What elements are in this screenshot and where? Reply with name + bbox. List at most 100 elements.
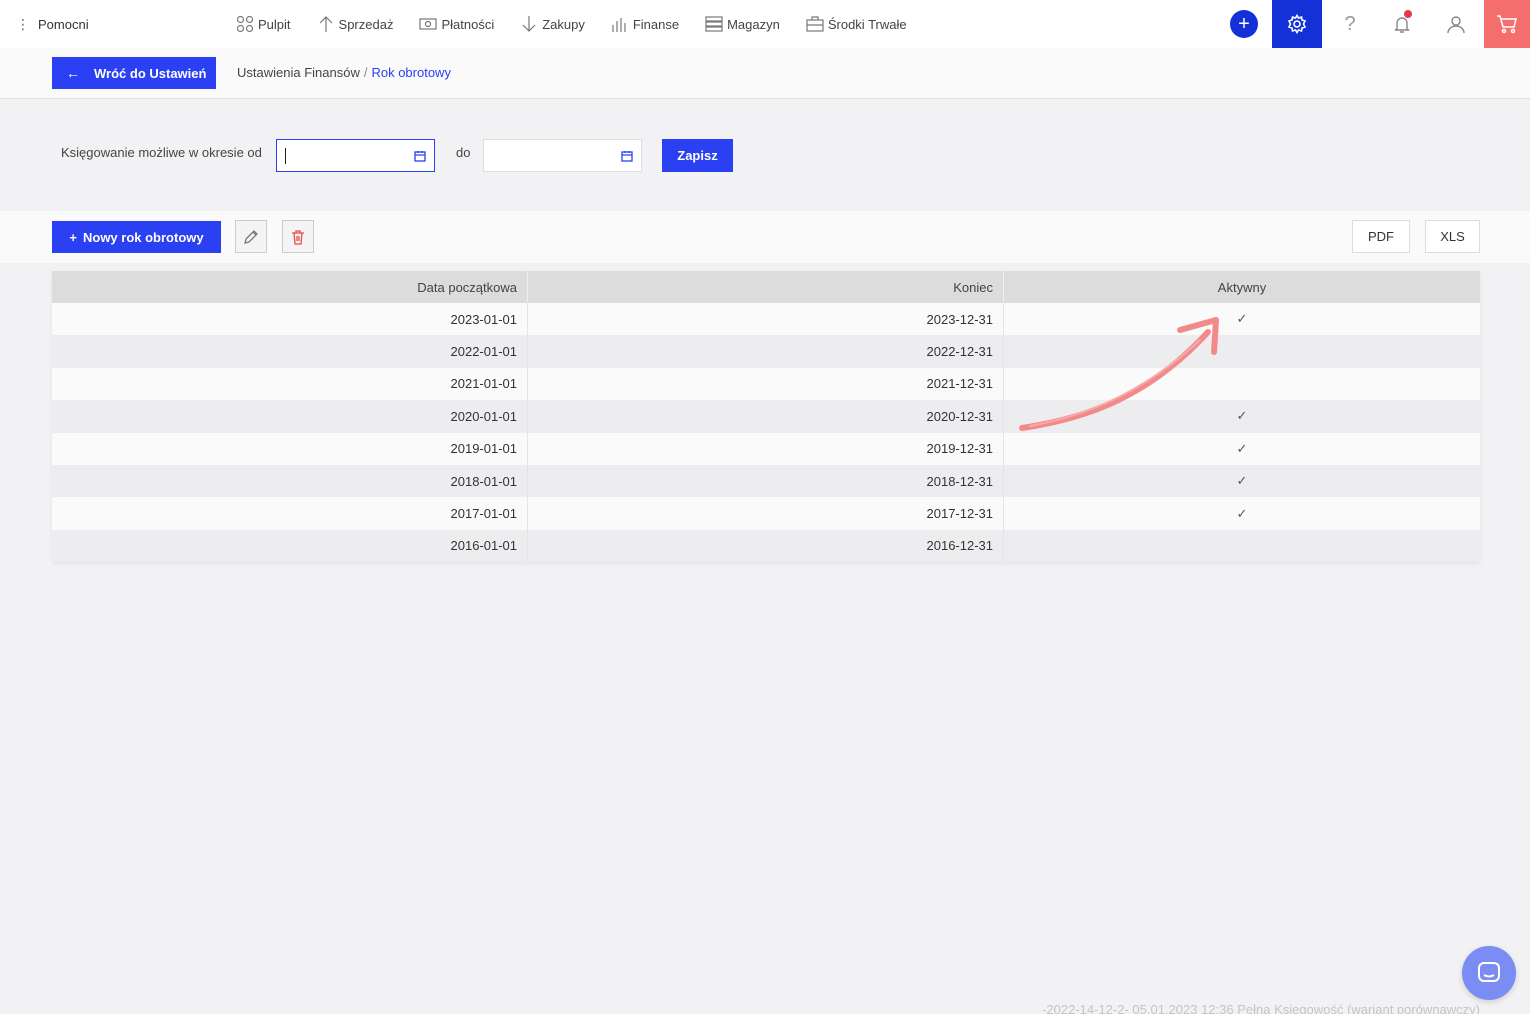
table-body: 2023-01-01 2023-12-31 ✓ 2022-01-01 2022-…	[52, 303, 1480, 563]
breadcrumb-separator: /	[363, 65, 368, 80]
user-account-button[interactable]	[1436, 0, 1476, 48]
period-from-date-field[interactable]	[276, 139, 435, 172]
kebab-menu-icon[interactable]: ⋮	[16, 17, 30, 31]
back-to-settings-button[interactable]: ← Wróć do Ustawień	[52, 57, 216, 89]
back-button-label: Wróć do Ustawień	[94, 65, 207, 81]
bars-icon	[612, 18, 626, 32]
version-footer: -2022-14-12-2- 05.01.2023 12:36 Pełna Ks…	[1042, 1002, 1480, 1014]
table-row[interactable]: 2021-01-01 2021-12-31	[52, 367, 1480, 401]
export-xls-button[interactable]: XLS	[1425, 220, 1480, 253]
cell-active-checkmark	[1004, 368, 1480, 400]
cell-active-checkmark	[1004, 530, 1480, 562]
nav-item-sprzedaz[interactable]: Sprzedaż	[317, 0, 394, 48]
cell-active-checkmark: ✓	[1236, 473, 1248, 489]
period-to-date-field[interactable]	[483, 139, 642, 172]
settings-button[interactable]	[1272, 0, 1322, 48]
help-button[interactable]: ?	[1330, 0, 1370, 48]
main-nav: Pulpit Sprzedaż Płatności Zakupy Finanse…	[236, 0, 933, 48]
text-cursor	[285, 147, 286, 164]
cell-start-date: 2020-01-01	[52, 400, 528, 433]
table-toolbar: + Nowy rok obrotowy PDF XLS	[0, 211, 1530, 263]
gear-icon	[1287, 14, 1307, 34]
export-pdf-button[interactable]: PDF	[1352, 220, 1410, 253]
calendar-icon[interactable]	[621, 150, 633, 162]
nav-item-platnosci[interactable]: Płatności	[419, 0, 494, 48]
cell-start-date: 2021-01-01	[52, 367, 528, 401]
dashboard-icon	[236, 15, 254, 33]
breadcrumb-parent[interactable]: Ustawienia Finansów	[237, 65, 360, 80]
cell-end-date: 2018-12-31	[528, 464, 1004, 498]
plus-icon: +	[69, 229, 77, 245]
nav-item-label: Płatności	[441, 16, 495, 32]
table-row[interactable]: 2020-01-01 2020-12-31 ✓	[52, 400, 1480, 433]
save-button[interactable]: Zapisz	[662, 139, 733, 172]
cart-icon	[1497, 15, 1517, 34]
breadcrumb-bar: ← Wróć do Ustawień Ustawienia Finansów / R…	[0, 48, 1530, 99]
nav-item-label: Sprzedaż	[338, 16, 394, 32]
column-header-end-date[interactable]: Koniec	[528, 271, 1004, 303]
calendar-icon[interactable]	[414, 150, 426, 162]
nav-item-pulpit[interactable]: Pulpit	[236, 0, 291, 48]
cell-end-date: 2019-12-31	[528, 432, 1004, 465]
table-row[interactable]: 2023-01-01 2023-12-31 ✓	[52, 303, 1480, 336]
period-to-label: do	[456, 145, 471, 160]
cell-active-checkmark: ✓	[1236, 408, 1248, 424]
cell-active-checkmark: ✓	[1236, 505, 1248, 521]
cell-start-date: 2023-01-01	[52, 303, 528, 336]
app-menu[interactable]: ⋮ Pomocni	[16, 0, 89, 48]
cell-start-date: 2019-01-01	[52, 432, 528, 465]
user-icon	[1447, 16, 1465, 34]
cell-end-date: 2022-12-31	[528, 335, 1004, 368]
nav-item-label: Środki Trwałe	[827, 16, 907, 32]
notifications-button[interactable]	[1382, 0, 1422, 48]
quick-add-button[interactable]: +	[1230, 10, 1258, 38]
top-navigation-bar: ⋮ Pomocni Pulpit Sprzedaż Płatności Zaku…	[0, 0, 1530, 48]
cell-start-date: 2016-01-01	[52, 529, 528, 563]
arrow-down-icon	[522, 16, 536, 32]
nav-item-label: Pulpit	[258, 16, 291, 32]
cart-button[interactable]	[1484, 0, 1530, 48]
table-row[interactable]: 2022-01-01 2022-12-31	[52, 335, 1480, 368]
cell-active-checkmark: ✓	[1236, 440, 1248, 456]
cell-end-date: 2017-12-31	[528, 497, 1004, 530]
table-row[interactable]: 2016-01-01 2016-12-31	[52, 529, 1480, 563]
column-header-start-date[interactable]: Data początkowa	[52, 271, 528, 303]
cell-start-date: 2022-01-01	[52, 335, 528, 368]
nav-item-zakupy[interactable]: Zakupy	[520, 0, 585, 48]
table-row[interactable]: 2018-01-01 2018-12-31 ✓	[52, 464, 1480, 498]
cell-active-checkmark	[1004, 335, 1480, 367]
fixed-assets-icon	[806, 16, 824, 32]
nav-item-label: Zakupy	[542, 16, 585, 32]
posting-period-label: Księgowanie możliwe w okresie od	[61, 145, 262, 160]
table-row[interactable]: 2017-01-01 2017-12-31 ✓	[52, 497, 1480, 530]
table-row[interactable]: 2019-01-01 2019-12-31 ✓	[52, 432, 1480, 465]
chat-widget-button[interactable]	[1462, 946, 1516, 1000]
question-mark-icon: ?	[1344, 12, 1356, 35]
brand-name: Pomocni	[38, 16, 89, 32]
delete-button[interactable]	[282, 220, 314, 253]
cell-end-date: 2016-12-31	[528, 529, 1004, 563]
money-icon	[419, 18, 438, 30]
fiscal-years-table: Data początkowa Koniec Aktywny 2023-01-0…	[52, 271, 1480, 563]
cell-end-date: 2023-12-31	[528, 303, 1004, 336]
chat-icon	[1478, 962, 1500, 982]
column-header-active[interactable]: Aktywny	[1004, 271, 1480, 303]
cell-start-date: 2018-01-01	[52, 464, 528, 498]
cell-end-date: 2020-12-31	[528, 400, 1004, 433]
warehouse-icon	[705, 16, 723, 32]
breadcrumb: Ustawienia Finansów / Rok obrotowy	[237, 65, 451, 80]
new-button-label: Nowy rok obrotowy	[82, 229, 204, 245]
cell-end-date: 2021-12-31	[528, 367, 1004, 401]
nav-item-magazyn[interactable]: Magazyn	[705, 0, 780, 48]
breadcrumb-current[interactable]: Rok obrotowy	[371, 65, 450, 80]
nav-item-srodki-trwale[interactable]: Środki Trwałe	[806, 0, 907, 48]
arrow-left-icon: ←	[66, 65, 80, 81]
cell-start-date: 2017-01-01	[52, 497, 528, 530]
pencil-icon	[244, 229, 258, 244]
new-fiscal-year-button[interactable]: + Nowy rok obrotowy	[52, 221, 221, 253]
table-header: Data początkowa Koniec Aktywny	[52, 271, 1480, 303]
nav-item-finanse[interactable]: Finanse	[611, 0, 679, 48]
cell-active-checkmark: ✓	[1236, 311, 1248, 327]
edit-button[interactable]	[235, 220, 267, 253]
trash-icon	[292, 229, 304, 245]
